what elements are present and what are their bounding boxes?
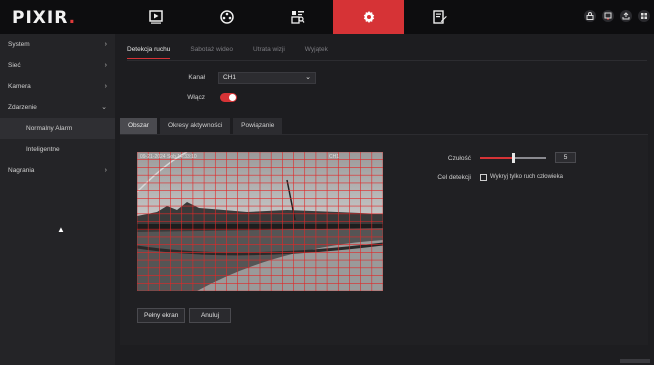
nav-search[interactable] bbox=[262, 0, 333, 34]
enable-label: Włącz bbox=[187, 94, 205, 101]
nav-settings[interactable] bbox=[333, 0, 404, 34]
fullscreen-button[interactable]: Pełny ekran bbox=[137, 308, 186, 323]
chevron-down-icon: ⌄ bbox=[305, 74, 311, 81]
event-tabs: Detekcja ruchu Sabotaż wideo Utrata wizji W… bbox=[127, 46, 328, 59]
detect-target-label: Cel detekcji bbox=[437, 174, 471, 181]
slider-fill bbox=[480, 157, 513, 159]
enable-toggle[interactable] bbox=[220, 93, 237, 102]
sidebar-item-label: System bbox=[8, 41, 30, 48]
subtab-1[interactable]: Okresy aktywności bbox=[159, 118, 231, 134]
sidebar-item-label: Sieć bbox=[8, 62, 21, 69]
human-only-checkbox[interactable] bbox=[480, 174, 487, 181]
mouse-pointer-icon: ▲ bbox=[57, 225, 65, 234]
upload-icon bbox=[622, 12, 630, 20]
nav-camera[interactable] bbox=[191, 0, 262, 34]
gear-icon bbox=[363, 11, 374, 23]
chevron-icon: › bbox=[104, 41, 107, 48]
lock-icon bbox=[586, 12, 594, 20]
sidebar-item-label: Nagrania bbox=[8, 167, 35, 174]
grid-icon bbox=[641, 13, 647, 19]
sidebar-item-zdarzenie[interactable]: Zdarzenie ⌄ bbox=[0, 97, 115, 118]
sidebar-item-label: Zdarzenie bbox=[8, 104, 37, 111]
tabs-divider bbox=[127, 60, 647, 61]
chevron-icon: ⌄ bbox=[101, 104, 107, 111]
main-panel: Detekcja ruchu Sabotaż wideo Utrata wizji W… bbox=[115, 34, 654, 365]
sidebar-item-kamera[interactable]: Kamera › bbox=[0, 76, 115, 97]
channel-select[interactable]: CH1 ⌄ bbox=[218, 72, 316, 84]
screen-lock-button[interactable] bbox=[602, 10, 614, 22]
playback-icon bbox=[148, 10, 163, 24]
tab-3[interactable]: Wyjątek bbox=[305, 46, 328, 59]
logo: PIXIR. bbox=[12, 8, 77, 28]
subtab-2[interactable]: Powiązanie bbox=[233, 118, 283, 134]
tab-0[interactable]: Detekcja ruchu bbox=[127, 46, 171, 59]
subtab-0[interactable]: Obszar bbox=[120, 118, 157, 134]
cancel-button[interactable]: Anuluj bbox=[189, 308, 231, 323]
sidebar-item-nagrania[interactable]: Nagrania › bbox=[0, 160, 115, 181]
search-file-icon bbox=[290, 11, 304, 24]
scrollbar[interactable] bbox=[620, 359, 650, 363]
sidebar-item-label: Kamera bbox=[8, 83, 31, 90]
video-osd-time: 09-21-2024 Sob 14:33:10 bbox=[140, 154, 197, 160]
chevron-icon: › bbox=[104, 62, 107, 69]
camera-scene bbox=[137, 152, 383, 291]
sidebar-item-normalny-alarm[interactable]: Normalny Alarm bbox=[0, 118, 115, 139]
edit-icon bbox=[432, 10, 447, 24]
sidebar-item-label: Inteligentne bbox=[26, 146, 60, 153]
camera-icon bbox=[219, 10, 234, 24]
top-bar: PIXIR. bbox=[0, 0, 654, 34]
sidebar-item-system[interactable]: System › bbox=[0, 34, 115, 55]
top-nav bbox=[120, 0, 475, 34]
slider-handle[interactable] bbox=[512, 153, 515, 163]
top-right-tools bbox=[584, 10, 650, 22]
upload-button[interactable] bbox=[620, 10, 632, 22]
chevron-icon: › bbox=[104, 83, 107, 90]
video-preview[interactable]: 09-21-2024 Sob 14:33:10 CH1 bbox=[137, 152, 383, 291]
sidebar-item-inteligentne[interactable]: Inteligentne bbox=[0, 139, 115, 160]
lock-button[interactable] bbox=[584, 10, 596, 22]
sidebar-item-sie-[interactable]: Sieć › bbox=[0, 55, 115, 76]
channel-value: CH1 bbox=[223, 74, 237, 81]
sidebar-item-label: Normalny Alarm bbox=[26, 125, 73, 132]
video-osd-channel: CH1 bbox=[328, 154, 339, 160]
screen-lock-icon bbox=[604, 12, 612, 20]
sensitivity-value[interactable]: 5 bbox=[555, 152, 576, 163]
chevron-icon: › bbox=[104, 167, 107, 174]
sensitivity-label: Czułość bbox=[447, 155, 471, 162]
channel-label: Kanał bbox=[188, 74, 205, 81]
nav-edit[interactable] bbox=[404, 0, 475, 34]
toggle-knob bbox=[229, 94, 236, 101]
tab-1[interactable]: Sabotaż wideo bbox=[190, 46, 233, 59]
sidebar: System › Sieć › Kamera › Zdarzenie ⌄ Normalny Al… bbox=[0, 34, 115, 365]
human-only-label: Wykryj tylko ruch człowieka bbox=[490, 174, 563, 180]
sensitivity-slider[interactable] bbox=[480, 153, 546, 163]
grid-button[interactable] bbox=[638, 10, 650, 22]
tab-2[interactable]: Utrata wizji bbox=[253, 46, 285, 59]
nav-playback[interactable] bbox=[120, 0, 191, 34]
area-subtabs: Obszar Okresy aktywności Powiązanie bbox=[120, 118, 283, 134]
